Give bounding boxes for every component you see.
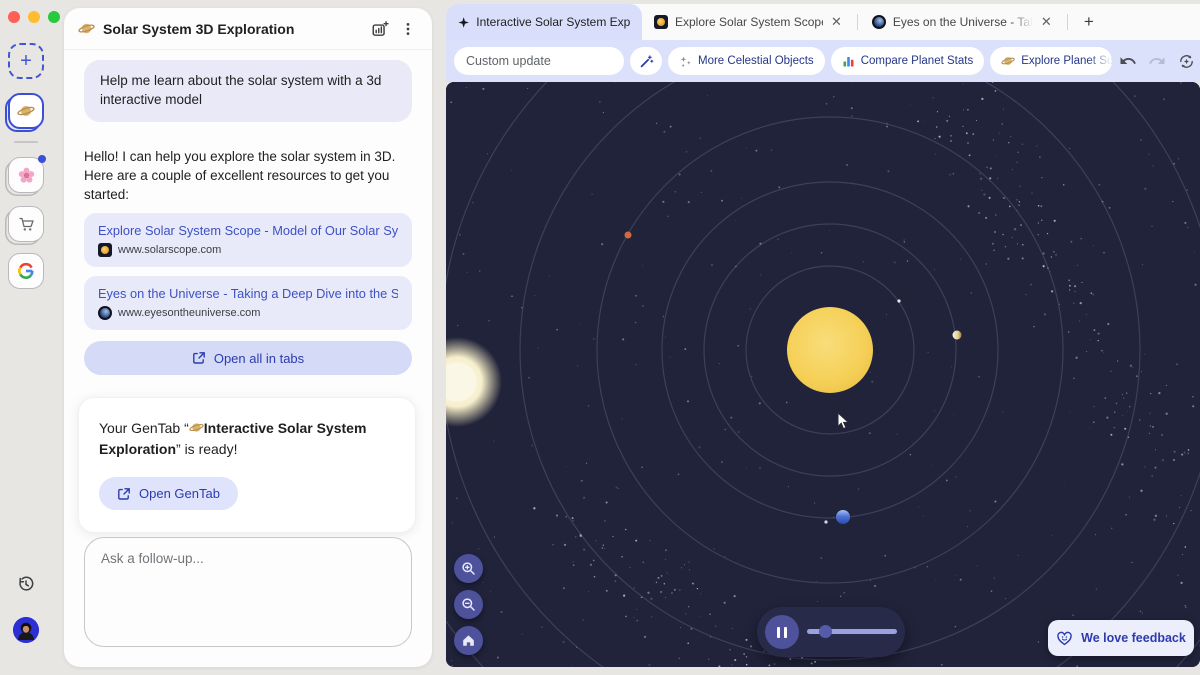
magic-update-button[interactable] <box>630 47 662 75</box>
browser-pane: Interactive Solar System Explor... Explo… <box>446 4 1200 667</box>
pause-icon <box>777 627 780 638</box>
chat-panel: Solar System 3D Exploration Help me lear… <box>64 8 432 667</box>
zoom-window-button[interactable] <box>48 11 60 23</box>
home-view-button[interactable] <box>454 626 483 655</box>
link-url: www.eyesontheuniverse.com <box>118 307 260 319</box>
history-button[interactable] <box>16 574 36 594</box>
solarscope-favicon <box>98 243 112 257</box>
custom-update-input[interactable] <box>454 47 624 75</box>
magic-wand-icon <box>639 54 654 69</box>
heart-smile-icon <box>1056 630 1073 647</box>
tab-title: Explore Solar System Scope - <box>675 15 823 29</box>
sidebar-item-solar-session[interactable] <box>8 93 44 129</box>
close-window-button[interactable] <box>8 11 20 23</box>
chat-header: Solar System 3D Exploration <box>64 8 432 50</box>
link-url: www.solarscope.com <box>118 244 221 256</box>
link-title[interactable]: Explore Solar System Scope - Model of Ou… <box>98 223 398 238</box>
link-title[interactable]: Eyes on the Universe - Taking a Deep Div… <box>98 286 398 301</box>
notification-dot <box>38 155 46 163</box>
gentab-ready-text: Your GenTab “Interactive Solar System Ex… <box>99 418 395 459</box>
close-tab-icon[interactable]: ✕ <box>1040 14 1053 30</box>
solar-system-scene <box>446 82 1200 667</box>
window-controls <box>8 11 60 23</box>
chip-compare-planet-stats[interactable]: Compare Planet Stats <box>831 47 985 75</box>
chip-more-celestial-objects[interactable]: More Celestial Objects <box>668 47 825 75</box>
link-card[interactable]: Eyes on the Universe - Taking a Deep Div… <box>84 276 412 330</box>
assistant-message: Hello! I can help you explore the solar … <box>84 148 412 205</box>
sidebar-item-cart-session[interactable] <box>8 206 44 242</box>
open-gentab-button[interactable]: Open GenTab <box>99 477 238 510</box>
pause-button[interactable] <box>765 615 799 649</box>
open-all-in-tabs-button[interactable]: Open all in tabs <box>84 341 412 375</box>
gentab-toolbar: More Celestial Objects Compare Planet St… <box>446 40 1200 82</box>
gentab-chart-add-icon <box>371 20 389 38</box>
zoom-in-icon <box>461 561 476 576</box>
saturn-icon <box>1001 54 1015 68</box>
sidebar-divider <box>14 141 38 143</box>
zoom-out-button[interactable] <box>454 590 483 619</box>
chat-title: Solar System 3D Exploration <box>103 21 362 37</box>
eyesontheuniverse-favicon <box>98 306 112 320</box>
toolbar-actions <box>1118 51 1198 71</box>
cart-icon <box>18 216 35 233</box>
tab-divider <box>857 14 858 30</box>
history-icon <box>16 574 36 594</box>
saturn-icon <box>17 102 35 120</box>
sidebar-item-google-session[interactable] <box>8 253 44 289</box>
user-avatar[interactable] <box>13 617 39 643</box>
feedback-button[interactable]: We love feedback <box>1048 620 1194 656</box>
new-tab-button[interactable]: + <box>1078 12 1100 32</box>
link-card[interactable]: Explore Solar System Scope - Model of Ou… <box>84 213 412 267</box>
followup-composer <box>84 537 412 647</box>
chip-explore-planet-surfaces[interactable]: Explore Planet Surfac <box>990 47 1112 75</box>
blossom-icon <box>18 167 35 184</box>
regenerate-button[interactable] <box>1176 51 1196 71</box>
undo-button[interactable] <box>1118 51 1138 71</box>
tab-title: Interactive Solar System Explor... <box>476 15 630 29</box>
speed-slider-thumb[interactable] <box>819 625 832 638</box>
create-gentab-button[interactable] <box>370 19 390 39</box>
zoom-out-icon <box>461 597 476 612</box>
saturn-icon <box>189 420 204 435</box>
external-link-icon <box>192 351 206 365</box>
sync-sparkle-icon <box>1177 52 1196 71</box>
zoom-in-button[interactable] <box>454 554 483 583</box>
chat-menu-button[interactable] <box>398 19 418 39</box>
solarscope-favicon <box>654 15 668 29</box>
sidebar-item-blossom-session[interactable] <box>8 157 44 193</box>
google-icon <box>17 262 35 280</box>
user-message: Help me learn about the solar system wit… <box>84 60 412 122</box>
redo-button[interactable] <box>1147 51 1167 71</box>
tab-divider <box>1067 14 1068 30</box>
tab-interactive-solar-system[interactable]: Interactive Solar System Explor... <box>446 4 642 40</box>
solar-system-viewport[interactable]: We love feedback <box>446 82 1200 667</box>
speed-slider[interactable] <box>807 629 897 634</box>
followup-input[interactable] <box>101 551 395 633</box>
tab-eyes-on-the-universe[interactable]: Eyes on the Universe - Taking ✕ <box>860 4 1065 40</box>
playback-bar <box>757 607 905 657</box>
saturn-icon <box>78 20 95 37</box>
bar-chart-icon <box>842 55 855 68</box>
home-icon <box>461 633 476 648</box>
undo-icon <box>1119 52 1137 70</box>
redo-icon <box>1148 52 1166 70</box>
external-link-icon <box>117 487 131 501</box>
tab-title: Eyes on the Universe - Taking <box>893 15 1033 29</box>
close-tab-icon[interactable]: ✕ <box>830 14 843 30</box>
tab-solar-system-scope[interactable]: Explore Solar System Scope - ✕ <box>642 4 855 40</box>
gentab-ready-card: Your GenTab “Interactive Solar System Ex… <box>78 397 416 533</box>
stars-cluster-icon <box>679 55 692 68</box>
kebab-menu-icon <box>400 21 416 37</box>
tab-strip: Interactive Solar System Explor... Explo… <box>446 4 1200 40</box>
eyesontheuniverse-favicon <box>872 15 886 29</box>
gentab-sparkle-icon <box>458 16 469 29</box>
new-session-button[interactable]: + <box>8 43 44 79</box>
minimize-window-button[interactable] <box>28 11 40 23</box>
